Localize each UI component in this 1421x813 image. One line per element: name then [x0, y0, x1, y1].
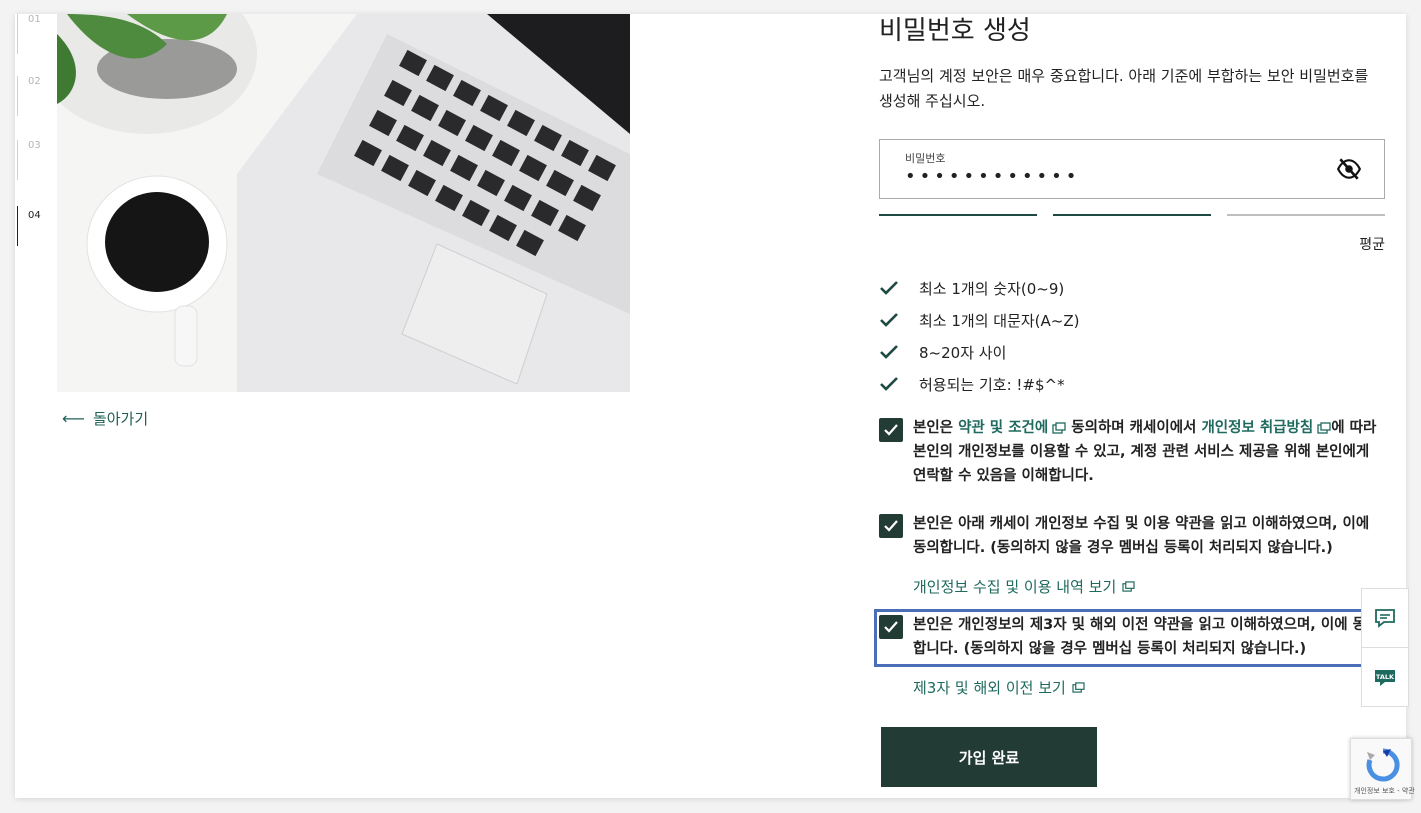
page-description: 고객님의 계정 보안은 매우 중요합니다. 아래 기준에 부합하는 보안 비밀번…	[879, 67, 1369, 110]
check-icon	[879, 310, 919, 330]
hero-image	[57, 14, 630, 392]
rule-text: 8~20자 사이	[919, 343, 1007, 362]
eye-off-icon[interactable]	[1336, 156, 1362, 182]
svg-text:TALK: TALK	[1376, 673, 1395, 681]
arrow-left-icon: ⟵	[62, 409, 85, 428]
step-label: 01	[28, 14, 41, 25]
strength-bar-1	[879, 214, 1037, 216]
consent-third-party-text: 본인은 개인정보의 제3자 및 해외 이전 약관을 읽고 이해하였으며, 이에 …	[913, 617, 1380, 657]
step-01: 01	[17, 14, 47, 54]
rule-text: 허용되는 기호: !#$^*	[919, 375, 1065, 394]
step-label: 02	[28, 76, 41, 87]
collection-details-link[interactable]: 개인정보 수집 및 이용 내역 보기	[913, 576, 1135, 597]
check-icon	[879, 278, 919, 298]
check-icon	[884, 621, 898, 633]
check-icon	[884, 424, 898, 436]
consent-collection: 본인은 아래 캐세이 개인정보 수집 및 이용 약관을 읽고 이해하였으며, 이…	[879, 512, 1385, 562]
password-label: 비밀번호	[905, 152, 946, 165]
rule-text: 최소 1개의 숫자(0~9)	[919, 279, 1065, 298]
strength-meter	[879, 214, 1385, 216]
consent-collection-checkbox[interactable]	[879, 514, 903, 538]
consent-text-part: 동의하며 캐세이에서	[1066, 420, 1202, 436]
external-link-icon	[1052, 422, 1066, 434]
check-icon	[879, 374, 919, 394]
terms-link[interactable]: 약관 및 조건에	[958, 420, 1048, 436]
password-rules: 최소 1개의 숫자(0~9) 최소 1개의 대문자(A~Z) 8~20자 사이 …	[879, 272, 1080, 400]
rule-item: 허용되는 기호: !#$^*	[879, 368, 1080, 400]
talk-button[interactable]: TALK	[1361, 647, 1409, 707]
rule-item: 최소 1개의 대문자(A~Z)	[879, 304, 1080, 336]
step-label: 04	[28, 210, 41, 221]
step-03: 03	[17, 140, 47, 180]
password-field[interactable]: 비밀번호 ••••••••••••	[879, 139, 1385, 199]
external-link-icon	[1317, 422, 1331, 434]
privacy-policy-link[interactable]: 개인정보 취급방침	[1201, 420, 1313, 436]
recaptcha-badge[interactable]: 개인정보 보호 - 약관	[1350, 738, 1415, 800]
strength-label: 평균	[1359, 237, 1385, 253]
chat-bubble-icon	[1375, 609, 1395, 628]
submit-button[interactable]: 가입 완료	[881, 727, 1097, 787]
check-icon	[884, 520, 898, 532]
external-link-icon	[1122, 581, 1135, 592]
consent-collection-text: 본인은 아래 캐세이 개인정보 수집 및 이용 약관을 읽고 이해하였으며, 이…	[913, 516, 1370, 556]
check-icon	[879, 342, 919, 362]
step-label: 03	[28, 140, 41, 151]
back-label: 돌아가기	[92, 410, 149, 428]
recaptcha-icon	[1366, 748, 1400, 782]
consent-text-part: 본인은	[913, 420, 959, 436]
consent-terms-text: 본인은 약관 및 조건에 동의하며 캐세이에서 개인정보 취급방침 에 따라 본인…	[913, 416, 1383, 488]
page-title: 비밀번호 생성	[879, 16, 1031, 46]
third-party-details-label: 제3자 및 해외 이전 보기	[913, 679, 1066, 697]
registration-card: 01 02 03 04 ⟵ 돌아가기 비밀번호 생성 고객님의 계정 보안은 매…	[15, 14, 1406, 798]
step-02: 02	[17, 76, 47, 116]
strength-bar-3	[1227, 214, 1385, 216]
rule-item: 8~20자 사이	[879, 336, 1080, 368]
consent-terms-checkbox[interactable]	[879, 418, 903, 442]
rule-item: 최소 1개의 숫자(0~9)	[879, 272, 1080, 304]
password-input[interactable]: ••••••••••••	[905, 166, 1080, 187]
step-04: 04	[17, 206, 47, 246]
external-link-icon	[1072, 682, 1085, 693]
consent-third-party-checkbox[interactable]	[879, 615, 903, 639]
talk-icon: TALK	[1375, 670, 1395, 686]
consent-third-party: 본인은 개인정보의 제3자 및 해외 이전 약관을 읽고 이해하였으며, 이에 …	[874, 609, 1387, 667]
third-party-details-link[interactable]: 제3자 및 해외 이전 보기	[913, 677, 1085, 698]
back-link[interactable]: ⟵ 돌아가기	[62, 408, 148, 429]
rule-text: 최소 1개의 대문자(A~Z)	[919, 311, 1080, 330]
consent-terms: 본인은 약관 및 조건에 동의하며 캐세이에서 개인정보 취급방침 에 따라 본인…	[879, 416, 1385, 488]
chat-button[interactable]	[1361, 588, 1409, 648]
strength-bar-2	[1053, 214, 1211, 216]
collection-details-label: 개인정보 수집 및 이용 내역 보기	[913, 578, 1117, 596]
recaptcha-terms-link[interactable]: 개인정보 보호 - 약관	[1354, 786, 1415, 796]
